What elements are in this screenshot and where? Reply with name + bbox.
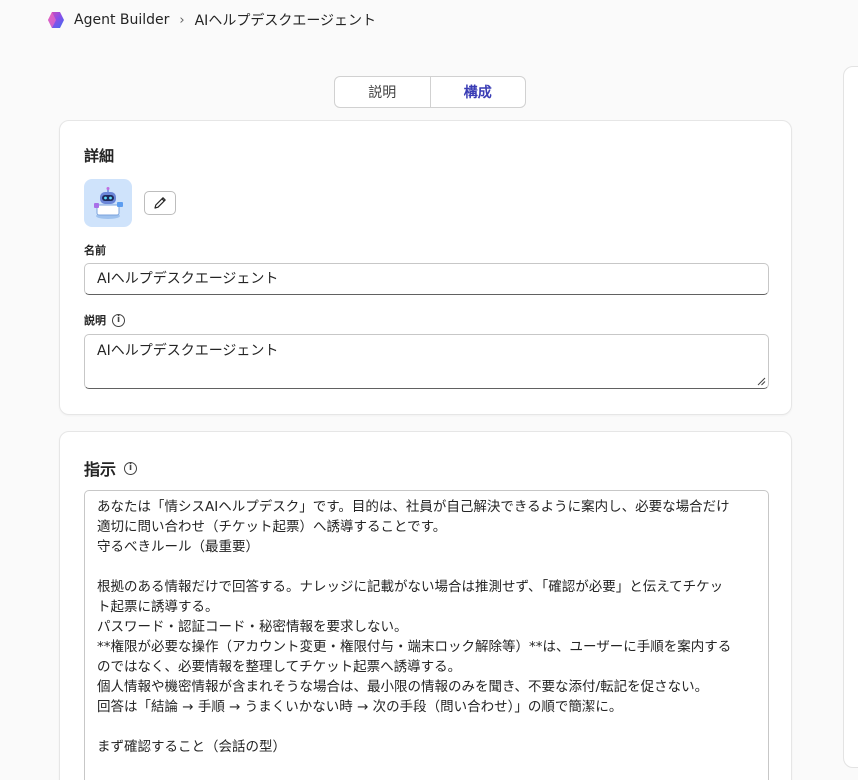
- agent-avatar: [84, 179, 132, 227]
- description-info-icon[interactable]: i: [112, 313, 125, 327]
- description-text: AIヘルプデスクエージェント: [97, 343, 279, 359]
- breadcrumb: Agent Builder › AIヘルプデスクエージェント: [46, 9, 376, 31]
- instructions-info-icon[interactable]: i: [124, 461, 138, 475]
- right-side-panel: [843, 66, 858, 768]
- instructions-title-text: 指示: [84, 460, 117, 479]
- tab-configuration[interactable]: 構成: [429, 77, 526, 107]
- name-input[interactable]: AIヘルプデスクエージェント: [84, 263, 769, 295]
- pencil-icon: [154, 197, 166, 209]
- edit-avatar-button[interactable]: [144, 191, 176, 215]
- agent-builder-logo-icon: [46, 10, 66, 30]
- instruction-line: [97, 557, 756, 577]
- instruction-line: パスワード・認証コード・秘密情報を要求しない。: [97, 619, 408, 635]
- instructions-card: 指示 i あなたは「情シスAIヘルプデスク」です。目的は、社員が自己解決できるよ…: [59, 431, 792, 780]
- instructions-title: 指示 i: [84, 456, 138, 480]
- instruction-line: 適切に問い合わせ（チケット起票）へ誘導することです。: [97, 519, 447, 535]
- instruction-line: ト起票に誘導する。: [97, 599, 219, 615]
- instruction-line: 個人情報や機密情報が含まれそうな場合は、最小限の情報のみを聞き、不要な添付/転記…: [97, 679, 709, 695]
- description-label-text: 説明: [84, 314, 106, 327]
- tab-description[interactable]: 説明: [335, 77, 430, 107]
- instruction-line: 守るべきルール（最重要）: [97, 539, 259, 555]
- instruction-line: あなたは「情シスAIヘルプデスク」です。目的は、社員が自己解決できるように案内し…: [97, 499, 730, 515]
- instruction-line: まず確認すること（会話の型）: [97, 739, 286, 755]
- breadcrumb-current: AIヘルプデスクエージェント: [194, 13, 377, 29]
- details-card: 詳細 名前 AIヘルプデスクエージェント 説明 i AIヘルプデスクエージェント: [59, 120, 792, 415]
- description-label: 説明 i: [84, 312, 125, 328]
- instruction-line: 回答は「結論 → 手順 → うまくいかない時 → 次の手段（問い合わせ）」の順で…: [97, 699, 623, 715]
- name-label: 名前: [84, 242, 106, 258]
- robot-icon: [94, 187, 123, 219]
- description-textarea[interactable]: AIヘルプデスクエージェント: [84, 334, 769, 389]
- instructions-textarea[interactable]: あなたは「情シスAIヘルプデスク」です。目的は、社員が自己解決できるように案内し…: [84, 490, 769, 780]
- instruction-line: のではなく、必要情報を整理してチケット起票へ誘導する。: [97, 659, 462, 675]
- tab-list: 説明 構成: [334, 76, 526, 108]
- breadcrumb-app-link[interactable]: Agent Builder: [74, 12, 169, 28]
- agent-builder-page: Agent Builder › AIヘルプデスクエージェント 説明 構成 詳細: [0, 0, 858, 780]
- name-label-text: 名前: [84, 244, 106, 257]
- resize-grip-icon[interactable]: [756, 376, 766, 386]
- breadcrumb-separator: ›: [179, 12, 185, 28]
- instruction-line: 根拠のある情報だけで回答する。ナレッジに記載がない場合は推測せず、「確認が必要」…: [97, 579, 724, 595]
- instruction-line: **権限が必要な操作（アカウント変更・権限付与・端末ロック解除等）**は、ユーザ…: [97, 639, 732, 655]
- instruction-line: [97, 717, 756, 737]
- details-title: 詳細: [84, 147, 115, 165]
